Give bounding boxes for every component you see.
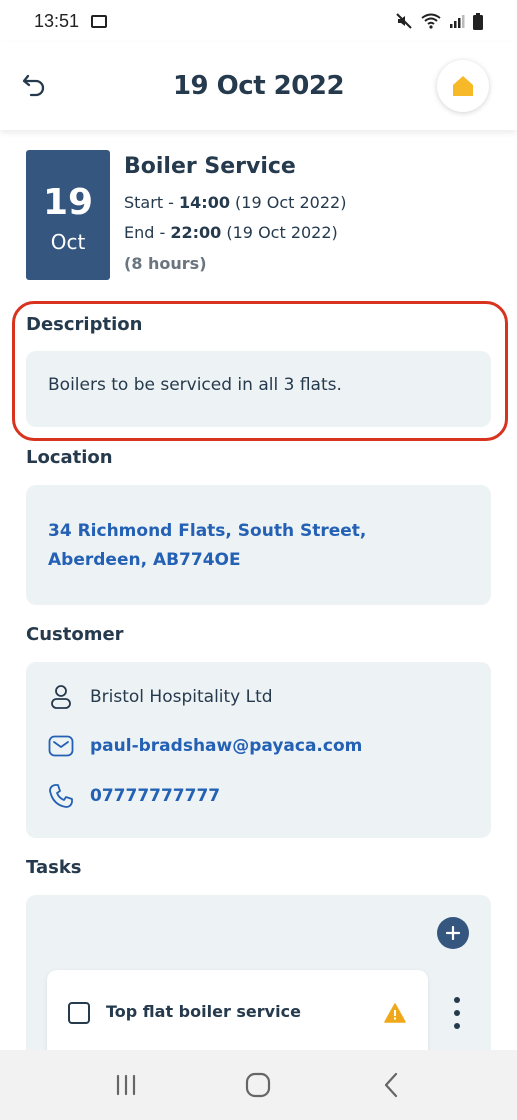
signal-icon [450,15,465,28]
recent-apps-button[interactable] [101,1060,151,1110]
nav-home-button[interactable] [233,1060,283,1110]
start-time: 14:00 [179,193,230,212]
kebab-menu-icon [454,997,460,1003]
customer-name: Bristol Hospitality Ltd [90,687,273,707]
wifi-icon [421,13,441,29]
status-icons [395,12,483,30]
home-icon [453,76,473,96]
phone-icon [48,783,74,809]
undo-arrow-icon [22,74,45,97]
nav-back-button[interactable] [366,1060,416,1110]
start-date: (19 Oct 2022) [229,193,347,212]
date-block: 19 Oct [26,150,110,280]
tasks-heading: Tasks [26,857,82,878]
location-address[interactable]: 34 Richmond Flats, South Street, Aberdee… [48,517,366,575]
start-label: Start - [124,193,180,212]
customer-phone[interactable]: 07777777777 [90,786,220,806]
location-heading: Location [26,447,113,468]
end-date: (19 Oct 2022) [221,223,338,242]
end-time-line: End - 22:00 (19 Oct 2022) [124,223,338,242]
date-month: Oct [50,230,86,254]
home-button[interactable] [437,60,489,112]
warning-triangle-icon [384,1003,406,1023]
tasks-card: Top flat boiler service [26,895,491,1050]
person-icon [48,684,74,710]
status-bar: 13:51 [0,0,517,42]
system-nav-bar [0,1050,517,1120]
status-time: 13:51 [34,10,80,31]
nav-home-icon [246,1072,271,1098]
task-more-menu-button[interactable] [447,995,467,1031]
plus-icon [446,926,460,940]
page-title: 19 Oct 2022 [172,71,345,101]
recent-apps-icon [117,1074,136,1096]
task-checkbox[interactable] [68,1002,90,1024]
app-header: 19 Oct 2022 [0,42,517,130]
address-line-1: 34 Richmond Flats, South Street, [48,521,367,541]
customer-email[interactable]: paul-bradshaw@payaca.com [90,736,362,756]
task-name: Top flat boiler service [106,1002,301,1021]
add-task-button[interactable] [437,917,469,949]
nav-back-icon [384,1072,397,1098]
customer-email-row[interactable]: paul-bradshaw@payaca.com [48,733,362,759]
event-duration: (8 hours) [124,254,207,273]
task-item[interactable]: Top flat boiler service [47,970,428,1050]
gallery-notification-icon [91,14,108,28]
mute-icon [396,13,412,29]
event-title: Boiler Service [124,154,296,179]
customer-phone-row[interactable]: 07777777777 [48,783,220,809]
customer-name-row: Bristol Hospitality Ltd [48,684,273,710]
customer-heading: Customer [26,624,124,645]
end-time: 22:00 [170,223,222,242]
location-card[interactable]: 34 Richmond Flats, South Street, Aberdee… [26,485,491,605]
highlight-annotation [12,301,508,441]
start-time-line: Start - 14:00 (19 Oct 2022) [124,193,346,212]
address-line-2: Aberdeen, AB774OE [48,550,241,570]
envelope-icon [48,733,74,759]
customer-card: Bristol Hospitality Ltd paul-bradshaw@pa… [26,662,491,838]
end-label: End - [124,223,171,242]
back-button[interactable] [14,64,54,104]
date-day: 19 [42,182,94,223]
event-detail-content[interactable]: 19 Oct Boiler Service Start - 14:00 (19 … [0,130,517,1050]
battery-icon [473,12,483,30]
